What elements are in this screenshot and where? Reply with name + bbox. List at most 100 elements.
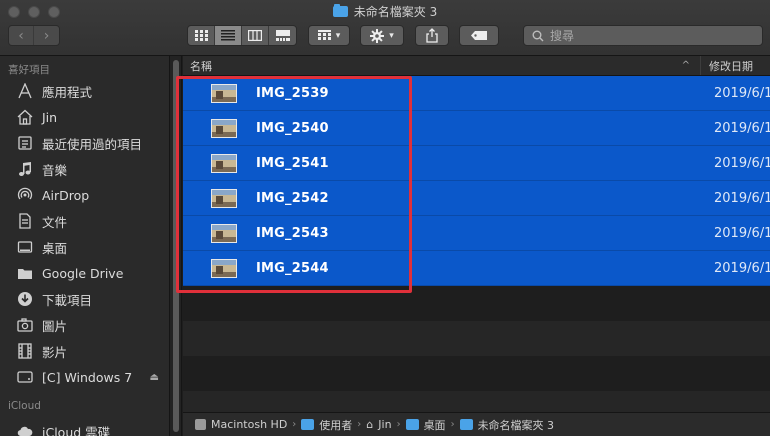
image-thumbnail-icon <box>211 118 237 138</box>
sidebar-item-desktop[interactable]: 桌面 <box>0 234 169 260</box>
file-date: 2019/6/1 <box>714 190 770 206</box>
sidebar-scroll-thumb[interactable] <box>173 60 179 432</box>
grid-icon <box>194 30 208 41</box>
sidebar-item-music[interactable]: 音樂 <box>0 156 169 182</box>
view-mode-segment <box>187 25 297 46</box>
empty-row <box>183 356 770 391</box>
sidebar-item-airdrop[interactable]: AirDrop <box>0 182 169 208</box>
icon-view-button[interactable] <box>188 26 215 45</box>
favorites-header: 喜好項目 <box>8 64 50 76</box>
home-icon: ⌂ <box>366 418 374 431</box>
path-item-users[interactable]: 使用者 <box>319 417 352 433</box>
window-title-text: 未命名檔案夾 3 <box>353 5 438 19</box>
sidebar-item-label: AirDrop <box>42 187 90 203</box>
file-date: 2019/6/1 <box>714 85 770 101</box>
folder-icon <box>332 4 348 17</box>
path-item-macintosh-hd[interactable]: Macintosh HD <box>211 418 287 431</box>
chevron-down-icon: ▾ <box>389 30 394 41</box>
sidebar-item-icloud-drive[interactable]: iCloud 雲碟 <box>0 418 169 436</box>
sidebar-item-label: 文件 <box>42 214 68 230</box>
recents-icon <box>16 134 34 152</box>
path-separator-icon: › <box>396 419 401 430</box>
file-name: IMG_2542 <box>256 190 329 206</box>
navigation-buttons: ‹ › <box>8 25 60 46</box>
path-separator-icon: › <box>357 419 362 430</box>
file-row[interactable]: IMG_2543 2019/6/1 <box>183 216 770 251</box>
chevron-right-icon: › <box>43 27 50 44</box>
name-column-header[interactable]: 名稱 ^ <box>183 56 701 75</box>
gallery-icon <box>275 30 290 41</box>
sidebar-item-label: [C] Windows 7 <box>42 369 133 385</box>
list-view-button[interactable] <box>215 26 242 45</box>
path-item-desktop[interactable]: 桌面 <box>424 417 446 433</box>
sidebar-item-label: 影片 <box>42 344 68 360</box>
action-menu-button[interactable]: ▾ <box>360 25 404 46</box>
search-field[interactable] <box>523 25 763 46</box>
sidebar-item-downloads[interactable]: 下載項目 <box>0 286 169 312</box>
sidebar-item-google-drive[interactable]: Google Drive <box>0 260 169 286</box>
empty-row <box>183 286 770 321</box>
image-thumbnail-icon <box>211 258 237 278</box>
file-row[interactable]: IMG_2541 2019/6/1 <box>183 146 770 181</box>
sidebar-item-applications[interactable]: 應用程式 <box>0 78 169 104</box>
home-icon <box>16 108 34 126</box>
sidebar-item-label: Google Drive <box>42 265 124 281</box>
sidebar-item-label: 圖片 <box>42 318 68 334</box>
tags-button[interactable] <box>459 25 499 46</box>
group-by-button[interactable]: ▾ <box>308 25 350 46</box>
column-header: 名稱 ^ 修改日期 <box>183 56 770 76</box>
sidebar-item-windows-drive[interactable]: [C] Windows 7 ⏏ <box>0 364 169 390</box>
chevron-left-icon: ‹ <box>18 27 24 44</box>
columns-icon <box>248 30 262 41</box>
sidebar-item-label: 下載項目 <box>42 292 93 308</box>
sidebar-item-label: Jin <box>42 109 58 125</box>
sidebar-item-label: 應用程式 <box>42 84 93 100</box>
music-icon <box>16 160 34 178</box>
date-column-label: 修改日期 <box>709 59 753 73</box>
eject-icon[interactable]: ⏏ <box>150 372 159 383</box>
downloads-icon <box>16 290 34 308</box>
sidebar-item-movies[interactable]: 影片 <box>0 338 169 364</box>
folder-icon <box>405 419 419 430</box>
image-thumbnail-icon <box>211 83 237 103</box>
sort-ascending-icon: ^ <box>681 60 690 71</box>
file-date: 2019/6/1 <box>714 120 770 136</box>
file-date: 2019/6/1 <box>714 225 770 241</box>
movies-icon <box>16 342 34 360</box>
forward-button[interactable]: › <box>34 26 59 45</box>
file-row[interactable]: IMG_2544 2019/6/1 <box>183 251 770 286</box>
path-item-home[interactable]: Jin <box>378 418 391 431</box>
file-list: 名稱 ^ 修改日期 IMG_2539 2019/6/1 IMG_2540 201… <box>183 56 770 436</box>
column-view-button[interactable] <box>242 26 269 45</box>
sidebar-item-home[interactable]: Jin <box>0 104 169 130</box>
path-bar: Macintosh HD › 使用者 › ⌂ Jin › 桌面 › 未命名檔案夾… <box>183 412 770 436</box>
sidebar-item-label: iCloud 雲碟 <box>42 424 111 436</box>
sidebar: 喜好項目 應用程式 Jin 最近使用過的項目 音樂 AirDrop 文件 桌面 … <box>0 56 170 436</box>
sidebar-item-recents[interactable]: 最近使用過的項目 <box>0 130 169 156</box>
path-separator-icon: › <box>292 419 297 430</box>
back-button[interactable]: ‹ <box>9 26 34 45</box>
sidebar-item-label: 音樂 <box>42 162 68 178</box>
file-date: 2019/6/1 <box>714 260 770 276</box>
documents-icon <box>16 212 34 230</box>
sidebar-scrollbar[interactable] <box>170 56 182 436</box>
file-row[interactable]: IMG_2540 2019/6/1 <box>183 111 770 146</box>
sidebar-item-documents[interactable]: 文件 <box>0 208 169 234</box>
file-name: IMG_2539 <box>256 85 329 101</box>
search-input[interactable] <box>550 28 730 43</box>
sidebar-item-pictures[interactable]: 圖片 <box>0 312 169 338</box>
gallery-view-button[interactable] <box>269 26 296 45</box>
date-column-header[interactable]: 修改日期 <box>701 56 753 75</box>
chevron-down-icon: ▾ <box>335 30 341 41</box>
file-row[interactable]: IMG_2542 2019/6/1 <box>183 181 770 216</box>
icloud-icon <box>16 422 34 436</box>
file-row[interactable]: IMG_2539 2019/6/1 <box>183 76 770 111</box>
file-name: IMG_2544 <box>256 260 329 276</box>
drive-icon <box>16 368 34 386</box>
share-button[interactable] <box>415 25 449 46</box>
share-icon <box>426 28 438 43</box>
path-item-current-folder[interactable]: 未命名檔案夾 3 <box>478 417 555 433</box>
folder-icon <box>301 419 315 430</box>
empty-row <box>183 321 770 356</box>
file-name: IMG_2541 <box>256 155 329 171</box>
